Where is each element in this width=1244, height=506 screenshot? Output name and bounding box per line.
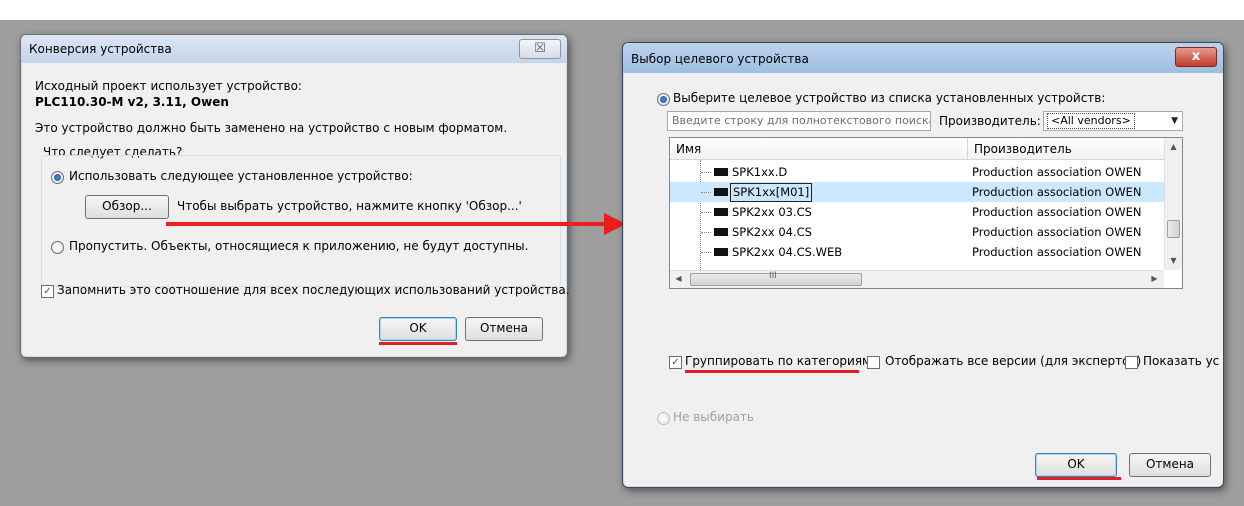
dialog-title: Конверсия устройства [29,42,172,56]
ok-underline-annotation [379,342,457,345]
close-button[interactable]: ☒ [519,39,561,59]
dialog-title: Выбор целевого устройства [631,52,809,66]
use-device-label: Использовать следующее установленное уст… [69,169,413,183]
show-all-versions-label: Отображать все версии (для экспертов) [885,354,1142,368]
title-bar: Конверсия устройства ☒ [21,35,567,63]
chevron-down-icon: ▼ [1171,116,1178,126]
annotation-arrow-shaft [166,222,606,226]
column-header-vendor[interactable]: Производитель [968,138,1165,160]
device-name: SPK1xx.D [732,165,788,179]
search-input[interactable]: Введите строку для полнотекстового поиск… [667,111,931,131]
scroll-grip: III [769,271,777,281]
device-icon [714,208,728,216]
use-device-radio[interactable] [51,171,64,184]
vendor-select-value: <All vendors> [1047,113,1135,129]
close-icon: ☒ [534,41,546,56]
device-name: SPK2xx 04.CS.WEB [732,245,843,259]
vendor-select[interactable]: <All vendors> ▼ [1043,111,1183,131]
vendor-label: Производитель: [939,114,1041,128]
close-icon: x [1191,49,1201,64]
browse-hint: Чтобы выбрать устройство, нажмите кнопку… [177,199,522,213]
tree-line [701,252,711,253]
tree-line [701,192,711,193]
replace-note: Это устройство должно быть заменено на у… [35,121,508,135]
device-conversion-dialog: Конверсия устройства ☒ Исходный проект и… [20,34,570,358]
device-vendor: Production association OWEN [972,205,1142,219]
group-by-category-underline-annotation [685,370,859,373]
list-item[interactable]: SPK2xx 04.CS Production association OWEN [670,222,1170,242]
scroll-up-icon[interactable]: ▲ [1165,142,1182,151]
target-device-dialog: Выбор целевого устройства x Выберите цел… [622,42,1224,488]
select-installed-label: Выберите целевое устройство из списка ус… [673,91,1106,105]
browse-button[interactable]: Обзор... [85,195,169,219]
horizontal-scrollbar[interactable]: ◀ III ▶ [670,270,1164,288]
vertical-scrollbar[interactable]: ▲ ▼ [1164,138,1182,270]
scroll-thumb[interactable]: III [690,271,862,286]
cancel-button[interactable]: Отмена [1129,453,1211,477]
scroll-thumb[interactable] [1167,220,1180,238]
device-icon [714,228,728,236]
close-button[interactable]: x [1175,47,1217,67]
scroll-down-icon[interactable]: ▼ [1165,256,1182,265]
device-vendor: Production association OWEN [972,185,1142,199]
device-name: SPK2xx 03.CS [732,205,812,219]
list-item[interactable]: SPK2xx 04.CS.WEB Production association … [670,242,1170,262]
device-icon [714,168,728,176]
none-radio[interactable] [657,412,670,425]
device-vendor: Production association OWEN [972,165,1142,179]
device-name: SPK2xx 04.CS [732,225,812,239]
list-item[interactable]: SPK1xx.D Production association OWEN [670,162,1170,182]
device-vendor: Production association OWEN [972,245,1142,259]
dialog-body: Выберите целевое устройство из списка ус… [629,73,1223,481]
device-vendor: Production association OWEN [972,225,1142,239]
group-by-category-checkbox[interactable]: ✓ [669,356,682,369]
cancel-button[interactable]: Отмена [465,317,543,341]
show-all-versions-checkbox[interactable] [867,356,880,369]
none-label: Не выбирать [673,410,754,424]
select-installed-radio[interactable] [657,93,670,106]
dialog-body: Исходный проект использует устройство: P… [27,63,570,351]
tree-line [701,172,711,173]
scroll-left-icon[interactable]: ◀ [670,274,687,283]
device-icon [714,188,728,196]
show-other-checkbox[interactable] [1125,356,1138,369]
remember-checkbox[interactable]: ✓ [41,285,54,298]
ok-underline-annotation [1037,477,1121,480]
device-list[interactable]: Имя Производитель SPK1xx.D Production as… [669,137,1183,289]
list-item-selected[interactable]: SPK1xx[M01] Production association OWEN [670,182,1170,202]
ok-button[interactable]: OK [1035,453,1117,477]
source-device: PLC110.30-M v2, 3.11, Owen [35,95,229,109]
title-bar: Выбор целевого устройства x [623,43,1223,73]
column-header-name[interactable]: Имя [670,138,968,160]
tree-line [701,212,711,213]
tree-line [701,232,711,233]
skip-label: Пропустить. Объекты, относящиеся к прило… [69,239,529,253]
scroll-right-icon[interactable]: ▶ [1146,274,1163,283]
device-icon [714,248,728,256]
remember-label: Запомнить это соотношение для всех после… [57,283,570,297]
group-by-category-label: Группировать по категориям [685,354,872,368]
ok-button[interactable]: OK [379,317,457,341]
intro-text: Исходный проект использует устройство: [35,79,302,93]
device-name: SPK1xx[M01] [730,183,813,202]
show-other-label: Показать ус [1143,354,1220,368]
skip-radio[interactable] [51,241,64,254]
list-item[interactable]: SPK2xx 03.CS Production association OWEN [670,202,1170,222]
